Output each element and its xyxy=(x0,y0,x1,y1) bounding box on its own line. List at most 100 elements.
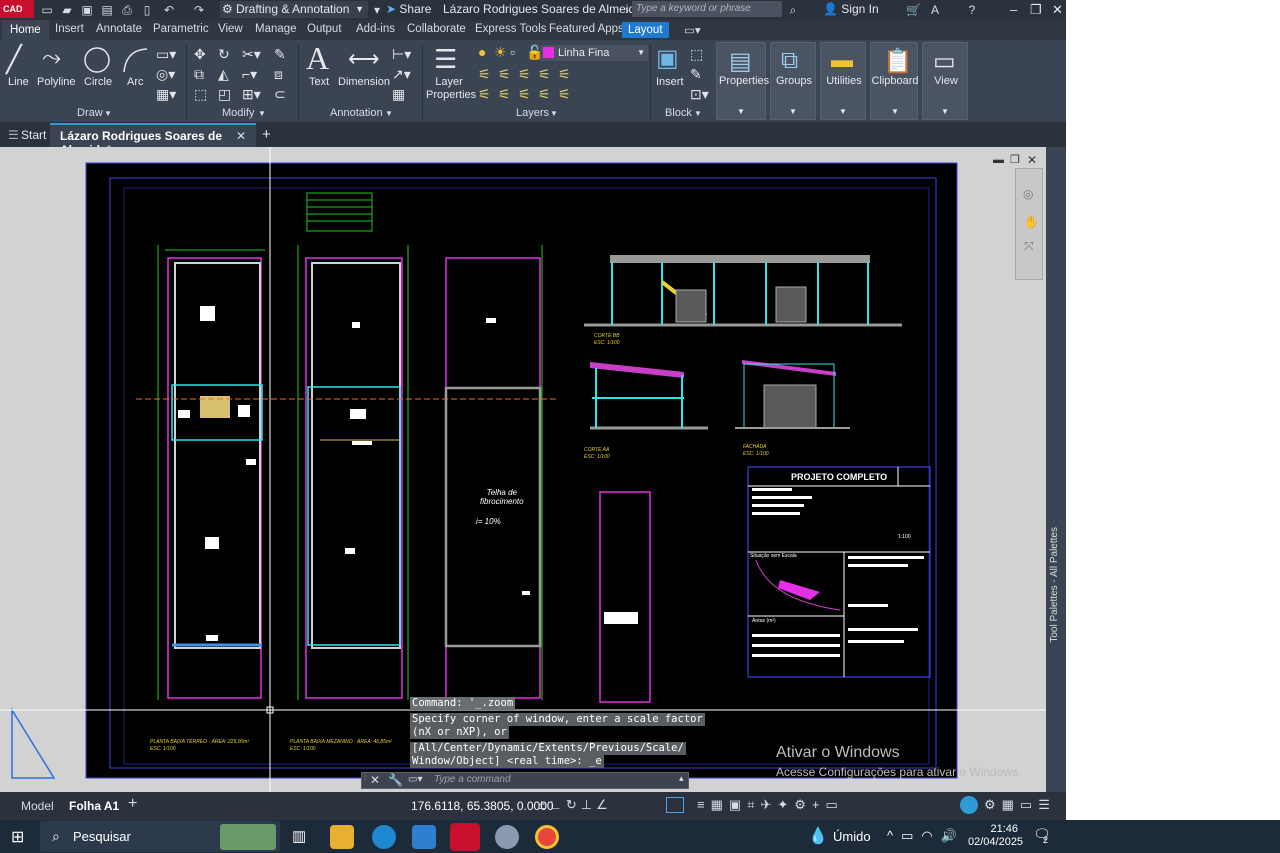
tab-output[interactable]: Output xyxy=(307,23,342,35)
gradient-icon[interactable]: ▦▾ xyxy=(156,86,176,103)
arc-icon[interactable] xyxy=(121,46,149,74)
cart-icon[interactable]: 🛒 xyxy=(906,3,921,17)
chevron-down-icon[interactable]: ▼ xyxy=(694,109,702,118)
app-logo[interactable]: CAD xyxy=(0,0,34,18)
view-button[interactable]: ▭ View ▼ xyxy=(922,42,968,120)
layer-tool-icon[interactable]: ⚟ xyxy=(558,66,571,83)
circle-button[interactable]: Circle xyxy=(84,76,112,88)
line-button[interactable]: Line xyxy=(8,76,29,88)
linear-dim-icon[interactable]: ⊢▾ xyxy=(392,46,411,63)
drawing-canvas[interactable] xyxy=(0,147,1046,792)
plot-icon[interactable]: ⎙ xyxy=(120,3,134,17)
status-tools-icons[interactable]: ≡▦▣⌗✈✦⚙+▭ xyxy=(697,797,844,813)
notifications-icon[interactable]: 🗨 xyxy=(1033,826,1051,843)
tab-parametric[interactable]: Parametric xyxy=(153,23,209,35)
new-file-icon[interactable]: ▭ xyxy=(40,3,54,17)
layer-tool-icon[interactable]: ⚟ xyxy=(558,86,571,103)
chrome-icon[interactable] xyxy=(535,825,559,849)
minimize-button[interactable]: – xyxy=(1010,2,1017,17)
workspace-switcher[interactable]: ⚙ Drafting & Annotation ▼ xyxy=(220,1,368,18)
viewport-close-button[interactable]: ✕ xyxy=(1027,153,1037,167)
arc-button[interactable]: Arc xyxy=(127,76,144,88)
chevron-down-icon[interactable]: ▼ xyxy=(104,109,112,118)
tab-annotate[interactable]: Annotate xyxy=(96,23,142,35)
file-explorer-icon[interactable] xyxy=(330,825,354,849)
layer-properties-icon[interactable]: ☰ xyxy=(434,44,457,75)
more-status-icons[interactable]: ⚙▦▭☰ xyxy=(984,797,1056,813)
layer-tool-icon[interactable]: ⚟ xyxy=(518,66,531,83)
navigation-bar[interactable]: ◎ ✋ ⤧ xyxy=(1015,168,1043,280)
share-file-icon[interactable]: ▯ xyxy=(140,3,154,17)
scale-icon[interactable]: ◰ xyxy=(218,86,231,103)
weather-icon[interactable]: 💧 xyxy=(808,826,828,846)
save-icon[interactable]: ▣ xyxy=(80,3,94,17)
layer-tool-icon[interactable]: ⚟ xyxy=(498,86,511,103)
viewport-restore-button[interactable]: ❐ xyxy=(1010,153,1020,166)
chevron-up-icon[interactable]: ▴ xyxy=(679,773,684,784)
viewport-freeze-icon[interactable]: ▫ xyxy=(510,44,515,60)
copy-icon[interactable]: ⧉ xyxy=(194,66,204,83)
block-panel-title[interactable]: Block xyxy=(665,107,692,119)
restore-button[interactable]: ❐ xyxy=(1030,2,1042,18)
document-tab[interactable]: Lázaro Rodrigues Soares de Almeida* ✕ xyxy=(50,123,256,157)
tool-palettes-strip[interactable]: Tool Palettes - All Palettes xyxy=(1046,147,1066,792)
app-icon[interactable] xyxy=(495,825,519,849)
close-icon[interactable]: ✕ xyxy=(370,773,380,787)
explode-icon[interactable]: ⧈ xyxy=(274,66,283,83)
array-icon[interactable]: ⊞▾ xyxy=(242,86,261,103)
menu-icon[interactable]: ☰ xyxy=(8,128,19,142)
draw-panel-title[interactable]: Draw xyxy=(77,107,103,119)
polyline-icon[interactable]: ⤳ xyxy=(42,44,61,72)
lightbulb-icon[interactable]: ● xyxy=(478,44,486,60)
rotate-icon[interactable]: ↻ xyxy=(218,46,230,63)
zoom-icon[interactable]: ⤧ xyxy=(1024,239,1034,254)
command-input[interactable]: Type a command xyxy=(434,774,511,785)
leader-icon[interactable]: ↗▾ xyxy=(392,66,411,83)
clipboard-button[interactable]: 📋 Clipboard ▼ xyxy=(870,42,919,120)
tab-view[interactable]: View xyxy=(218,23,243,35)
store-icon[interactable] xyxy=(412,825,436,849)
save-as-icon[interactable]: ▤ xyxy=(100,3,114,17)
hardware-acceleration-icon[interactable] xyxy=(960,796,978,814)
start-tab[interactable]: Start xyxy=(21,128,46,142)
system-tray-icons[interactable]: ^▭◠🔊 xyxy=(887,828,965,844)
ribbon-options-icon[interactable]: ▭▾ xyxy=(684,23,701,37)
tab-home[interactable]: Home xyxy=(2,20,49,40)
sun-icon[interactable]: ☀ xyxy=(494,44,507,61)
chevron-down-icon[interactable]: ▼ xyxy=(385,109,393,118)
autocad-taskbar-icon[interactable] xyxy=(450,823,480,851)
move-icon[interactable]: ✥ xyxy=(194,46,206,63)
rectangle-icon[interactable]: ▭▾ xyxy=(156,46,176,63)
taskbar-search[interactable]: ⌕ Pesquisar xyxy=(40,821,280,852)
dimension-icon[interactable]: ⟷ xyxy=(348,46,380,72)
mirror-icon[interactable]: ◭ xyxy=(218,66,229,83)
new-tab-icon[interactable]: + xyxy=(262,126,271,143)
edge-icon[interactable] xyxy=(372,825,396,849)
line-icon[interactable]: ╱ xyxy=(6,44,22,75)
search-icon[interactable]: ⌕ xyxy=(786,3,800,17)
clock[interactable]: 21:46 02/04/2025 xyxy=(968,823,1023,849)
tab-collaborate[interactable]: Collaborate xyxy=(407,23,466,35)
properties-button[interactable]: ▤ Properties ▼ xyxy=(716,42,769,120)
trim-icon[interactable]: ✂▾ xyxy=(242,46,261,63)
search-input[interactable]: Type a keyword or phrase xyxy=(632,1,782,17)
drafting-tools-icons[interactable]: ±∟↻⊥∠ xyxy=(538,797,612,813)
pan-icon[interactable]: ✋ xyxy=(1024,215,1039,229)
layer-tool-icon[interactable]: ⚟ xyxy=(538,66,551,83)
tab-express-tools[interactable]: Express Tools xyxy=(475,23,546,35)
text-icon[interactable]: A xyxy=(306,40,329,77)
chevron-down-icon[interactable]: ▼ xyxy=(258,109,266,118)
close-button[interactable]: ✕ xyxy=(1052,2,1063,18)
text-button[interactable]: Text xyxy=(309,76,329,88)
task-view-icon[interactable]: ▥ xyxy=(292,827,306,845)
layer-tool-icon[interactable]: ⚟ xyxy=(478,66,491,83)
table-icon[interactable]: ▦ xyxy=(392,86,405,103)
fillet-icon[interactable]: ⌐▾ xyxy=(242,66,257,83)
stretch-icon[interactable]: ⬚ xyxy=(194,86,207,103)
layers-panel-title[interactable]: Layers xyxy=(516,107,549,119)
annotation-panel-title[interactable]: Annotation xyxy=(330,107,383,119)
model-tab[interactable]: Model xyxy=(21,799,54,813)
autodesk-a360-icon[interactable]: A xyxy=(928,3,942,17)
polyline-button[interactable]: Polyline xyxy=(37,76,76,88)
edit-block-icon[interactable]: ✎ xyxy=(690,66,702,83)
